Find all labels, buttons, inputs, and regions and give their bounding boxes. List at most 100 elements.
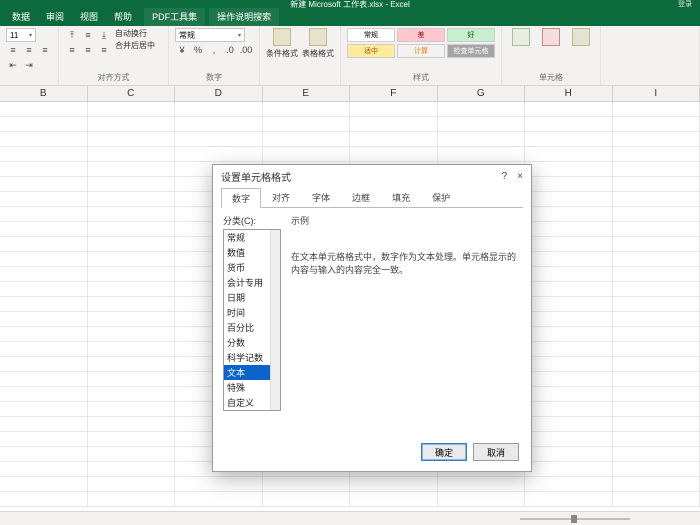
cell[interactable] xyxy=(88,282,176,297)
cell[interactable] xyxy=(525,492,613,507)
cell[interactable] xyxy=(613,342,700,357)
cell[interactable] xyxy=(525,387,613,402)
cell[interactable] xyxy=(263,132,351,147)
cell[interactable] xyxy=(350,492,438,507)
cell[interactable] xyxy=(525,462,613,477)
cell[interactable] xyxy=(0,357,88,372)
cell[interactable] xyxy=(88,102,176,117)
cell[interactable] xyxy=(525,252,613,267)
cell[interactable] xyxy=(263,102,351,117)
close-icon[interactable]: × xyxy=(517,171,523,182)
col-head[interactable]: C xyxy=(88,86,176,101)
cell[interactable] xyxy=(0,192,88,207)
cell[interactable] xyxy=(175,477,263,492)
insert-cells-button[interactable] xyxy=(508,28,534,46)
cell[interactable] xyxy=(0,162,88,177)
zoom-thumb[interactable] xyxy=(571,515,577,523)
cell[interactable] xyxy=(525,417,613,432)
dlg-tab-border[interactable]: 边框 xyxy=(341,187,381,207)
cell[interactable] xyxy=(0,492,88,507)
cell[interactable] xyxy=(0,402,88,417)
cell[interactable] xyxy=(0,297,88,312)
cell[interactable] xyxy=(0,252,88,267)
comma-icon[interactable]: , xyxy=(207,43,221,57)
cell[interactable] xyxy=(525,237,613,252)
cell[interactable] xyxy=(350,102,438,117)
cell[interactable] xyxy=(613,252,700,267)
cell[interactable] xyxy=(263,492,351,507)
cell[interactable] xyxy=(175,147,263,162)
cell[interactable] xyxy=(525,102,613,117)
cell[interactable] xyxy=(525,162,613,177)
number-format-dropdown[interactable]: 常规 ▾ xyxy=(175,28,245,42)
cell[interactable] xyxy=(88,312,176,327)
top-align-icon[interactable]: ⤒ xyxy=(65,28,79,42)
cell[interactable] xyxy=(0,387,88,402)
cell[interactable] xyxy=(0,282,88,297)
halign-center-icon[interactable]: ≡ xyxy=(81,43,95,57)
merge-center-button[interactable]: 合并后居中 xyxy=(115,40,155,51)
cell[interactable] xyxy=(525,432,613,447)
style-normal[interactable]: 常规 xyxy=(347,28,395,42)
ok-button[interactable]: 确定 xyxy=(421,443,467,461)
cell[interactable] xyxy=(88,192,176,207)
tab-data[interactable]: 数据 xyxy=(4,8,38,26)
help-icon[interactable]: ? xyxy=(502,171,508,182)
tab-review[interactable]: 审阅 xyxy=(38,8,72,26)
cell[interactable] xyxy=(613,402,700,417)
cell[interactable] xyxy=(613,207,700,222)
tab-pdf[interactable]: PDF工具集 xyxy=(144,8,205,26)
cell[interactable] xyxy=(0,327,88,342)
col-head[interactable]: I xyxy=(613,86,700,101)
cell[interactable] xyxy=(438,492,526,507)
cell[interactable] xyxy=(613,177,700,192)
halign-right-icon[interactable]: ≡ xyxy=(97,43,111,57)
cell[interactable] xyxy=(0,447,88,462)
cell[interactable] xyxy=(88,177,176,192)
cell[interactable] xyxy=(613,387,700,402)
cell[interactable] xyxy=(525,267,613,282)
col-head[interactable]: F xyxy=(350,86,438,101)
cell[interactable] xyxy=(613,462,700,477)
percent-icon[interactable]: % xyxy=(191,43,205,57)
cell[interactable] xyxy=(0,117,88,132)
align-right-icon[interactable]: ≡ xyxy=(38,43,52,57)
cell[interactable] xyxy=(613,432,700,447)
dialog-titlebar[interactable]: 设置单元格格式 ? × xyxy=(213,165,531,187)
cell[interactable] xyxy=(88,372,176,387)
decrease-decimal-icon[interactable]: .00 xyxy=(239,43,253,57)
cell[interactable] xyxy=(525,282,613,297)
cell[interactable] xyxy=(613,117,700,132)
halign-left-icon[interactable]: ≡ xyxy=(65,43,79,57)
style-bad[interactable]: 差 xyxy=(397,28,445,42)
cell[interactable] xyxy=(613,492,700,507)
cell[interactable] xyxy=(613,147,700,162)
cell[interactable] xyxy=(350,132,438,147)
indent-decrease-icon[interactable]: ⇤ xyxy=(6,58,20,72)
cell[interactable] xyxy=(0,102,88,117)
cell[interactable] xyxy=(525,342,613,357)
cell[interactable] xyxy=(263,147,351,162)
cell[interactable] xyxy=(525,327,613,342)
cell[interactable] xyxy=(525,177,613,192)
font-size-dropdown[interactable]: 11 ▾ xyxy=(6,28,36,42)
cell[interactable] xyxy=(613,267,700,282)
cell[interactable] xyxy=(88,297,176,312)
cancel-button[interactable]: 取消 xyxy=(473,443,519,461)
cell[interactable] xyxy=(613,222,700,237)
cell[interactable] xyxy=(263,477,351,492)
format-as-table-button[interactable]: 表格格式 xyxy=(302,28,334,59)
cell[interactable] xyxy=(0,432,88,447)
style-check[interactable]: 检查单元格 xyxy=(447,44,495,58)
tab-help[interactable]: 帮助 xyxy=(106,8,140,26)
cell[interactable] xyxy=(88,417,176,432)
cell[interactable] xyxy=(350,117,438,132)
col-head[interactable]: D xyxy=(175,86,263,101)
scrollbar[interactable] xyxy=(270,230,280,410)
cell[interactable] xyxy=(613,357,700,372)
cell[interactable] xyxy=(0,267,88,282)
cell[interactable] xyxy=(613,282,700,297)
cell[interactable] xyxy=(175,117,263,132)
cell[interactable] xyxy=(88,237,176,252)
dlg-tab-alignment[interactable]: 对齐 xyxy=(261,187,301,207)
